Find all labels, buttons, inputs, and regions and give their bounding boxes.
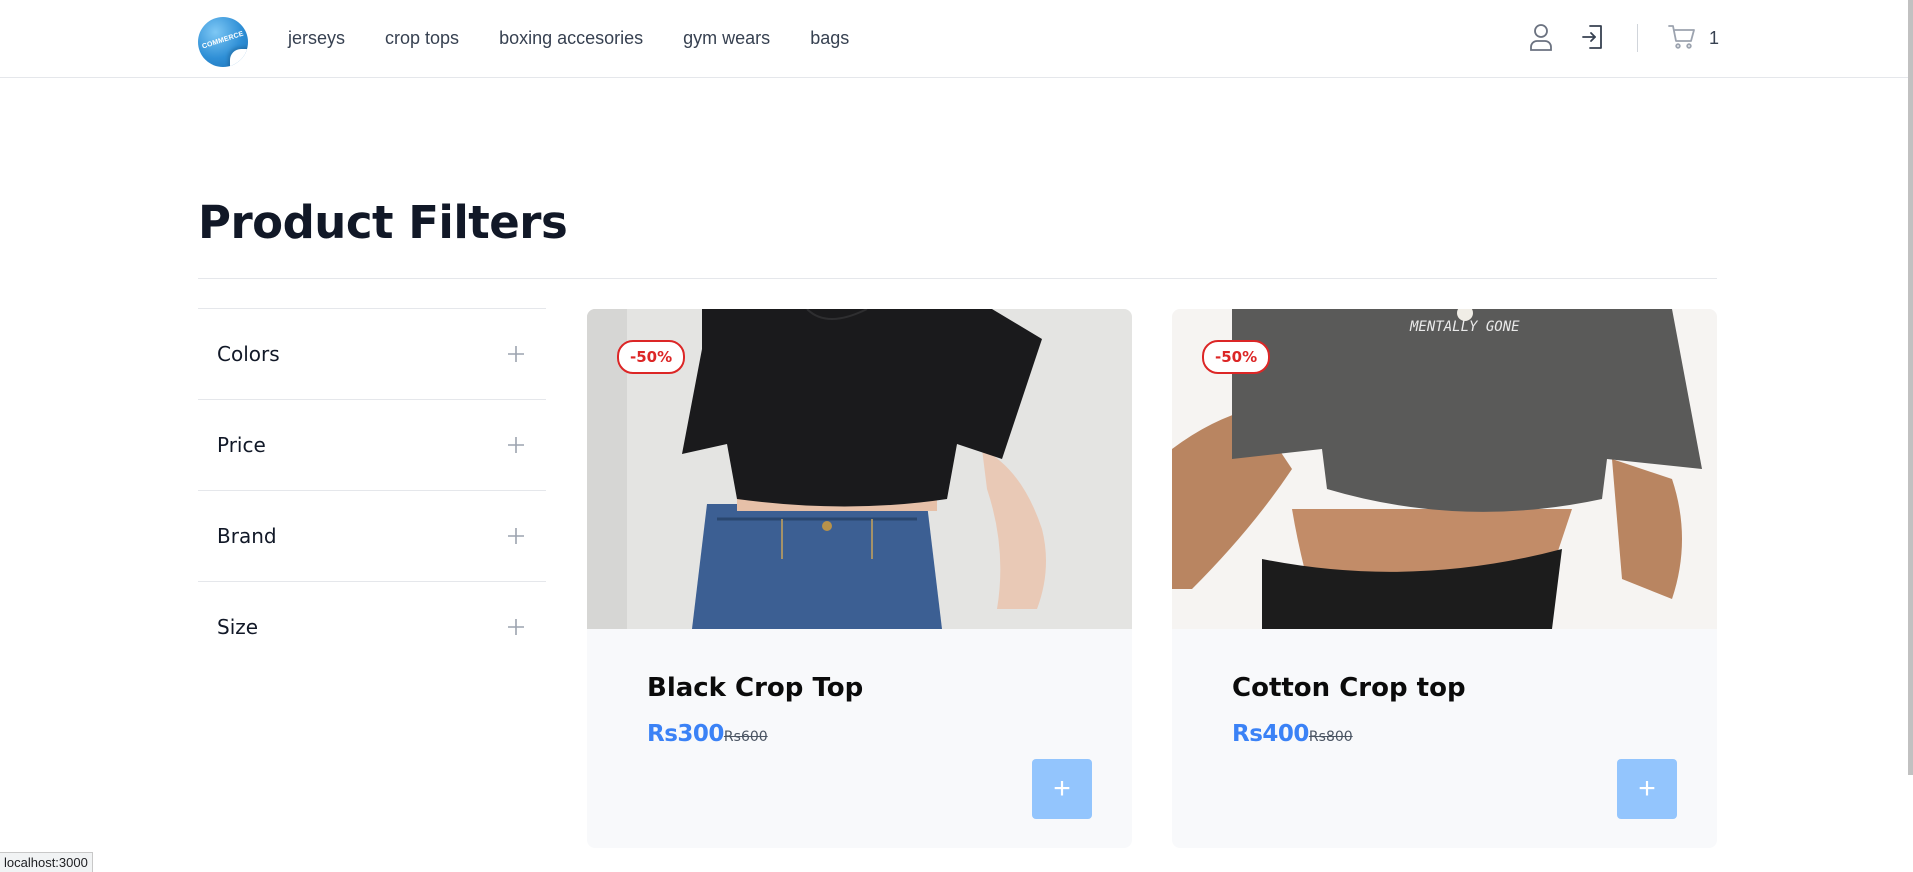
brand-logo[interactable]: COMMERCE	[198, 17, 248, 67]
old-price: Rs800	[1308, 729, 1353, 745]
plus-icon[interactable]	[508, 346, 524, 362]
filter-price[interactable]: Price	[198, 399, 546, 490]
nav-link-gym-wears[interactable]: gym wears	[683, 28, 770, 49]
product-image[interactable]: -50%	[587, 309, 1132, 629]
product-image[interactable]: MENTALLY GONE -50%	[1172, 309, 1717, 629]
status-bar-url: localhost:3000	[0, 852, 93, 872]
filter-colors[interactable]: Colors	[198, 308, 546, 399]
filter-label: Size	[217, 615, 259, 639]
cart-icon[interactable]	[1667, 22, 1697, 52]
discount-badge: -50%	[1202, 340, 1271, 374]
filter-label: Brand	[217, 524, 277, 548]
nav-link-crop-tops[interactable]: crop tops	[385, 28, 459, 49]
filter-size[interactable]: Size	[198, 581, 546, 672]
header-divider	[1637, 24, 1638, 52]
filter-label: Colors	[217, 342, 280, 366]
product-card[interactable]: MENTALLY GONE -50% Cotton Crop top Rs400…	[1172, 309, 1717, 848]
nav-link-jerseys[interactable]: jerseys	[288, 28, 345, 49]
product-price: Rs400Rs800	[1232, 721, 1353, 747]
filter-label: Price	[217, 433, 266, 457]
main-nav: jerseys crop tops boxing accesories gym …	[288, 0, 889, 77]
product-card[interactable]: -50% Black Crop Top Rs300Rs600 +	[587, 309, 1132, 848]
shirt-print-text: MENTALLY GONE	[1409, 319, 1520, 335]
product-name[interactable]: Cotton Crop top	[1232, 673, 1466, 703]
plus-icon[interactable]	[508, 437, 524, 453]
product-name[interactable]: Black Crop Top	[647, 673, 863, 703]
product-price: Rs300Rs600	[647, 721, 768, 747]
filter-sidebar: Colors Price Brand Size	[198, 308, 546, 672]
scrollbar[interactable]	[1908, 0, 1913, 775]
nav-link-boxing-accesories[interactable]: boxing accesories	[499, 28, 643, 49]
add-to-cart-button[interactable]: +	[1617, 759, 1677, 819]
login-icon[interactable]	[1578, 22, 1608, 52]
current-price: Rs300	[647, 721, 724, 747]
current-price: Rs400	[1232, 721, 1309, 747]
plus-icon[interactable]	[508, 528, 524, 544]
site-header: COMMERCE jerseys crop tops boxing acceso…	[0, 0, 1913, 78]
filter-brand[interactable]: Brand	[198, 490, 546, 581]
nav-link-bags[interactable]: bags	[810, 28, 849, 49]
logo-curl	[230, 49, 248, 67]
add-to-cart-button[interactable]: +	[1032, 759, 1092, 819]
cart-count[interactable]: 1	[1709, 28, 1719, 49]
discount-badge: -50%	[617, 340, 686, 374]
plus-icon[interactable]	[508, 619, 524, 635]
old-price: Rs600	[723, 729, 768, 745]
page-title: Product Filters	[198, 196, 568, 249]
title-divider	[198, 278, 1717, 279]
user-icon[interactable]	[1526, 22, 1556, 52]
